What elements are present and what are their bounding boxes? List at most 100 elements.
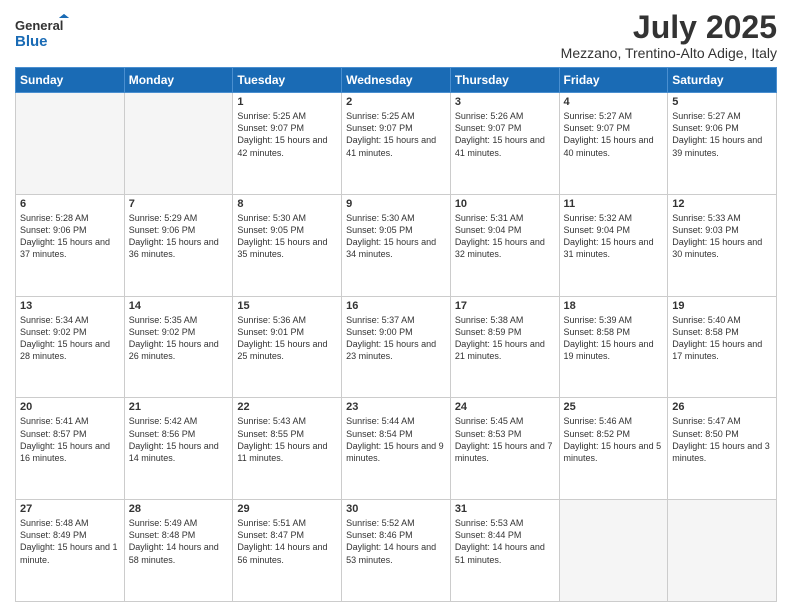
cell-info: Sunrise: 5:36 AM Sunset: 9:01 PM Dayligh… (237, 314, 337, 363)
cell-info: Sunrise: 5:46 AM Sunset: 8:52 PM Dayligh… (564, 415, 664, 464)
logo-svg: General Blue (15, 14, 70, 52)
cell-info: Sunrise: 5:25 AM Sunset: 9:07 PM Dayligh… (346, 110, 446, 159)
day-number: 6 (20, 198, 120, 210)
day-number: 12 (672, 198, 772, 210)
day-number: 17 (455, 300, 555, 312)
calendar-cell: 23 Sunrise: 5:44 AM Sunset: 8:54 PM Dayl… (342, 398, 451, 500)
calendar-cell: 20 Sunrise: 5:41 AM Sunset: 8:57 PM Dayl… (16, 398, 125, 500)
calendar-cell: 14 Sunrise: 5:35 AM Sunset: 9:02 PM Dayl… (124, 296, 233, 398)
day-number: 2 (346, 96, 446, 108)
calendar-cell: 30 Sunrise: 5:52 AM Sunset: 8:46 PM Dayl… (342, 500, 451, 602)
calendar-cell: 2 Sunrise: 5:25 AM Sunset: 9:07 PM Dayli… (342, 93, 451, 195)
day-number: 16 (346, 300, 446, 312)
logo: General Blue (15, 14, 70, 52)
cell-info: Sunrise: 5:27 AM Sunset: 9:06 PM Dayligh… (672, 110, 772, 159)
col-header-monday: Monday (124, 68, 233, 93)
day-number: 29 (237, 503, 337, 515)
calendar-cell: 22 Sunrise: 5:43 AM Sunset: 8:55 PM Dayl… (233, 398, 342, 500)
calendar-cell: 7 Sunrise: 5:29 AM Sunset: 9:06 PM Dayli… (124, 194, 233, 296)
calendar-cell: 15 Sunrise: 5:36 AM Sunset: 9:01 PM Dayl… (233, 296, 342, 398)
col-header-wednesday: Wednesday (342, 68, 451, 93)
col-header-sunday: Sunday (16, 68, 125, 93)
day-number: 23 (346, 401, 446, 413)
cell-info: Sunrise: 5:38 AM Sunset: 8:59 PM Dayligh… (455, 314, 555, 363)
day-number: 10 (455, 198, 555, 210)
cell-info: Sunrise: 5:42 AM Sunset: 8:56 PM Dayligh… (129, 415, 229, 464)
calendar-cell: 29 Sunrise: 5:51 AM Sunset: 8:47 PM Dayl… (233, 500, 342, 602)
day-number: 8 (237, 198, 337, 210)
calendar-cell: 31 Sunrise: 5:53 AM Sunset: 8:44 PM Dayl… (450, 500, 559, 602)
calendar-cell (124, 93, 233, 195)
week-row-4: 20 Sunrise: 5:41 AM Sunset: 8:57 PM Dayl… (16, 398, 777, 500)
calendar-cell: 26 Sunrise: 5:47 AM Sunset: 8:50 PM Dayl… (668, 398, 777, 500)
cell-info: Sunrise: 5:28 AM Sunset: 9:06 PM Dayligh… (20, 212, 120, 261)
calendar-cell: 1 Sunrise: 5:25 AM Sunset: 9:07 PM Dayli… (233, 93, 342, 195)
col-header-tuesday: Tuesday (233, 68, 342, 93)
calendar-cell: 28 Sunrise: 5:49 AM Sunset: 8:48 PM Dayl… (124, 500, 233, 602)
cell-info: Sunrise: 5:29 AM Sunset: 9:06 PM Dayligh… (129, 212, 229, 261)
col-header-thursday: Thursday (450, 68, 559, 93)
day-number: 26 (672, 401, 772, 413)
day-number: 22 (237, 401, 337, 413)
cell-info: Sunrise: 5:32 AM Sunset: 9:04 PM Dayligh… (564, 212, 664, 261)
calendar-cell: 19 Sunrise: 5:40 AM Sunset: 8:58 PM Dayl… (668, 296, 777, 398)
day-number: 4 (564, 96, 664, 108)
day-number: 14 (129, 300, 229, 312)
calendar-cell: 3 Sunrise: 5:26 AM Sunset: 9:07 PM Dayli… (450, 93, 559, 195)
cell-info: Sunrise: 5:37 AM Sunset: 9:00 PM Dayligh… (346, 314, 446, 363)
header: General Blue July 2025 Mezzano, Trentino… (15, 10, 777, 61)
day-number: 3 (455, 96, 555, 108)
calendar-cell: 25 Sunrise: 5:46 AM Sunset: 8:52 PM Dayl… (559, 398, 668, 500)
cell-info: Sunrise: 5:40 AM Sunset: 8:58 PM Dayligh… (672, 314, 772, 363)
cell-info: Sunrise: 5:35 AM Sunset: 9:02 PM Dayligh… (129, 314, 229, 363)
calendar-cell: 16 Sunrise: 5:37 AM Sunset: 9:00 PM Dayl… (342, 296, 451, 398)
cell-info: Sunrise: 5:26 AM Sunset: 9:07 PM Dayligh… (455, 110, 555, 159)
day-number: 15 (237, 300, 337, 312)
calendar-cell: 6 Sunrise: 5:28 AM Sunset: 9:06 PM Dayli… (16, 194, 125, 296)
svg-text:Blue: Blue (15, 33, 48, 50)
day-number: 11 (564, 198, 664, 210)
page: General Blue July 2025 Mezzano, Trentino… (0, 0, 792, 612)
day-number: 27 (20, 503, 120, 515)
calendar-cell: 12 Sunrise: 5:33 AM Sunset: 9:03 PM Dayl… (668, 194, 777, 296)
cell-info: Sunrise: 5:39 AM Sunset: 8:58 PM Dayligh… (564, 314, 664, 363)
cell-info: Sunrise: 5:51 AM Sunset: 8:47 PM Dayligh… (237, 517, 337, 566)
day-number: 20 (20, 401, 120, 413)
col-header-friday: Friday (559, 68, 668, 93)
cell-info: Sunrise: 5:43 AM Sunset: 8:55 PM Dayligh… (237, 415, 337, 464)
col-header-saturday: Saturday (668, 68, 777, 93)
day-number: 24 (455, 401, 555, 413)
svg-text:General: General (15, 18, 63, 33)
calendar-cell: 18 Sunrise: 5:39 AM Sunset: 8:58 PM Dayl… (559, 296, 668, 398)
calendar-cell: 17 Sunrise: 5:38 AM Sunset: 8:59 PM Dayl… (450, 296, 559, 398)
day-number: 25 (564, 401, 664, 413)
cell-info: Sunrise: 5:49 AM Sunset: 8:48 PM Dayligh… (129, 517, 229, 566)
day-number: 19 (672, 300, 772, 312)
cell-info: Sunrise: 5:27 AM Sunset: 9:07 PM Dayligh… (564, 110, 664, 159)
day-number: 1 (237, 96, 337, 108)
calendar-cell: 5 Sunrise: 5:27 AM Sunset: 9:06 PM Dayli… (668, 93, 777, 195)
calendar-table: SundayMondayTuesdayWednesdayThursdayFrid… (15, 67, 777, 602)
cell-info: Sunrise: 5:52 AM Sunset: 8:46 PM Dayligh… (346, 517, 446, 566)
month-title: July 2025 (561, 10, 777, 45)
cell-info: Sunrise: 5:30 AM Sunset: 9:05 PM Dayligh… (237, 212, 337, 261)
cell-info: Sunrise: 5:31 AM Sunset: 9:04 PM Dayligh… (455, 212, 555, 261)
day-number: 30 (346, 503, 446, 515)
calendar-cell (559, 500, 668, 602)
cell-info: Sunrise: 5:44 AM Sunset: 8:54 PM Dayligh… (346, 415, 446, 464)
cell-info: Sunrise: 5:30 AM Sunset: 9:05 PM Dayligh… (346, 212, 446, 261)
day-number: 9 (346, 198, 446, 210)
cell-info: Sunrise: 5:33 AM Sunset: 9:03 PM Dayligh… (672, 212, 772, 261)
calendar-cell: 11 Sunrise: 5:32 AM Sunset: 9:04 PM Dayl… (559, 194, 668, 296)
day-number: 31 (455, 503, 555, 515)
cell-info: Sunrise: 5:48 AM Sunset: 8:49 PM Dayligh… (20, 517, 120, 566)
cell-info: Sunrise: 5:25 AM Sunset: 9:07 PM Dayligh… (237, 110, 337, 159)
calendar-cell: 13 Sunrise: 5:34 AM Sunset: 9:02 PM Dayl… (16, 296, 125, 398)
calendar-cell: 8 Sunrise: 5:30 AM Sunset: 9:05 PM Dayli… (233, 194, 342, 296)
calendar-cell: 24 Sunrise: 5:45 AM Sunset: 8:53 PM Dayl… (450, 398, 559, 500)
calendar-cell: 27 Sunrise: 5:48 AM Sunset: 8:49 PM Dayl… (16, 500, 125, 602)
title-block: July 2025 Mezzano, Trentino-Alto Adige, … (561, 10, 777, 61)
week-row-5: 27 Sunrise: 5:48 AM Sunset: 8:49 PM Dayl… (16, 500, 777, 602)
cell-info: Sunrise: 5:45 AM Sunset: 8:53 PM Dayligh… (455, 415, 555, 464)
day-number: 28 (129, 503, 229, 515)
